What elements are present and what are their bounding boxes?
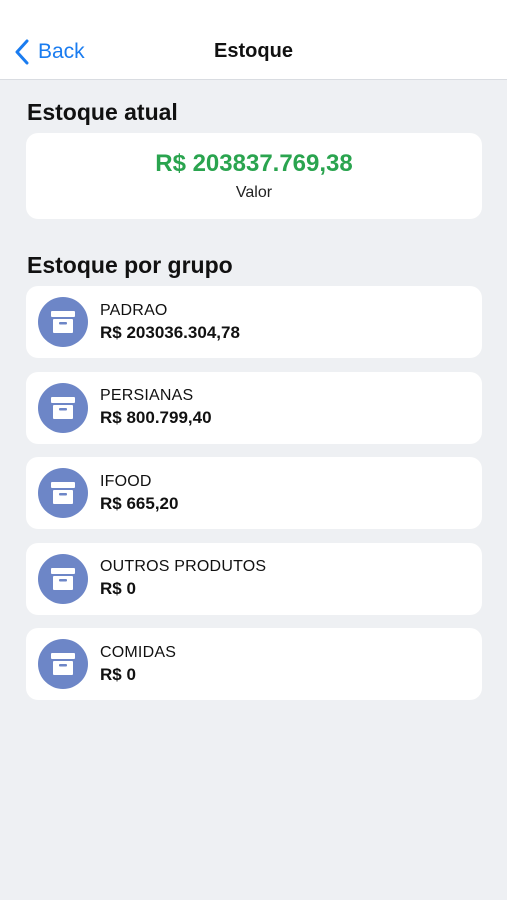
group-name: OUTROS PRODUTOS [100, 558, 267, 575]
page-title: Estoque [214, 40, 293, 62]
group-item-ifood[interactable]: IFOOD R$ 665,20 [26, 457, 482, 529]
archive-box-icon [38, 468, 88, 518]
group-value: R$ 0 [100, 664, 136, 684]
group-name: PADRAO [100, 301, 168, 319]
group-name: COMIDAS [100, 643, 177, 661]
group-name: IFOOD [100, 472, 152, 490]
group-item-outros-produtos[interactable]: OUTROS PRODUTOS R$ 0 [26, 542, 482, 615]
archive-box-icon [38, 553, 88, 604]
group-item-persianas[interactable]: PERSIANAS R$ 800.799,40 [26, 371, 482, 444]
group-stock-heading: Estoque por grupo [27, 252, 233, 278]
group-value: R$ 665,20 [100, 493, 179, 513]
group-value: R$ 0 [100, 579, 136, 598]
group-name: PERSIANAS [100, 387, 194, 404]
current-stock-value: R$ 203837.769,38 [155, 150, 353, 177]
nav-bar: Back Estoque [0, 0, 507, 80]
group-item-comidas[interactable]: COMIDAS R$ 0 [26, 628, 482, 700]
archive-box-icon [38, 639, 88, 689]
archive-box-icon [38, 297, 88, 347]
group-value: R$ 800.799,40 [100, 408, 212, 427]
current-stock-caption: Valor [235, 184, 273, 201]
current-stock-heading: Estoque atual [27, 99, 178, 125]
group-item-padrao[interactable]: PADRAO R$ 203036.304,78 [26, 286, 482, 358]
current-stock-card: R$ 203837.769,38 Valor [26, 133, 482, 219]
group-list: PADRAO R$ 203036.304,78 PERSIANAS R$ 800… [26, 286, 482, 714]
group-value: R$ 203036.304,78 [100, 322, 240, 342]
archive-box-icon [38, 382, 88, 433]
